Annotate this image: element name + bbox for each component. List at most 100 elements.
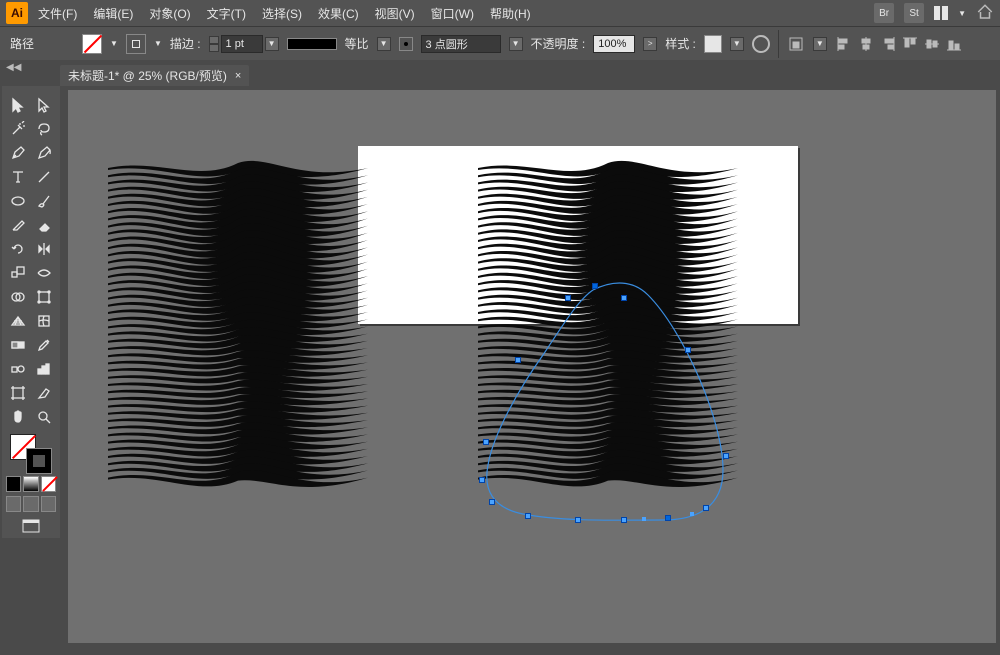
recolor-artwork-icon[interactable] [752,35,770,53]
direct-selection-tool[interactable] [32,94,56,116]
anchor-point[interactable] [685,347,691,353]
anchor-point[interactable] [621,517,627,523]
stroke-weight-dropdown-icon[interactable]: ▼ [265,37,279,51]
arrange-dropdown-icon[interactable]: ▼ [958,9,966,18]
fill-swatch[interactable] [82,34,102,54]
stroke-dropdown-icon[interactable]: ▼ [154,39,162,48]
stroke-weight-input[interactable] [221,35,263,53]
graphic-style-dropdown-icon[interactable]: ▼ [730,37,744,51]
curvature-tool[interactable] [32,142,56,164]
handle-point[interactable] [642,517,646,521]
shape-builder-tool[interactable] [6,286,30,308]
fill-dropdown-icon[interactable]: ▼ [110,39,118,48]
graphic-style-swatch[interactable] [704,35,722,53]
anchor-point[interactable] [723,453,729,459]
anchor-point[interactable] [479,477,485,483]
artboard-tool[interactable] [6,382,30,404]
handle-point[interactable] [690,512,694,516]
reflect-tool[interactable] [32,238,56,260]
menu-window[interactable]: 窗口(W) [425,5,480,22]
align-to-button[interactable] [787,35,805,53]
magic-wand-tool[interactable] [6,118,30,140]
draw-normal[interactable] [6,496,21,512]
anchor-point[interactable] [592,283,598,289]
bridge-button[interactable]: Br [874,3,894,23]
close-tab-button[interactable]: × [235,70,241,82]
slice-tool[interactable] [32,382,56,404]
align-top-button[interactable] [901,35,919,53]
menu-effect[interactable]: 效果(C) [312,5,365,22]
stock-button[interactable]: St [904,3,924,23]
stroke-swatch[interactable] [126,34,146,54]
width-tool[interactable] [32,262,56,284]
menu-object[interactable]: 对象(O) [143,5,196,22]
menu-edit[interactable]: 编辑(E) [87,5,139,22]
draw-mode-row [6,494,56,512]
align-vcenter-button[interactable] [923,35,941,53]
anchor-point[interactable] [575,517,581,523]
search-icon[interactable] [976,3,994,24]
eraser-tool[interactable] [32,214,56,236]
align-right-button[interactable] [879,35,897,53]
pencil-tool[interactable] [6,214,30,236]
draw-behind[interactable] [23,496,38,512]
anchor-point[interactable] [665,515,671,521]
ellipse-tool[interactable] [6,190,30,212]
anchor-point[interactable] [483,439,489,445]
menu-view[interactable]: 视图(V) [369,5,421,22]
selection-tool[interactable] [6,94,30,116]
opacity-dropdown-icon[interactable]: > [643,37,657,51]
brush-definition-preview[interactable] [399,37,413,51]
eyedropper-tool[interactable] [32,334,56,356]
selected-path[interactable] [463,270,783,570]
align-bottom-button[interactable] [945,35,963,53]
perspective-grid-tool[interactable] [6,310,30,332]
document-tab[interactable]: 未标题-1* @ 25% (RGB/预览) × [60,65,249,86]
anchor-point[interactable] [565,295,571,301]
paintbrush-tool[interactable] [32,190,56,212]
stroke-weight-down[interactable] [209,44,219,52]
proportional-dropdown-icon[interactable]: ▼ [377,37,391,51]
menu-type[interactable]: 文字(T) [201,5,252,22]
scale-tool[interactable] [6,262,30,284]
canvas[interactable] [68,90,996,643]
color-mode-solid[interactable] [6,476,21,492]
mesh-tool[interactable] [32,310,56,332]
color-mode-gradient[interactable] [23,476,38,492]
blend-tool[interactable] [6,358,30,380]
rotate-tool[interactable] [6,238,30,260]
gradient-tool[interactable] [6,334,30,356]
anchor-point[interactable] [703,505,709,511]
anchor-point[interactable] [525,513,531,519]
stroke-weight-stepper[interactable]: ▼ [209,35,279,53]
align-hcenter-button[interactable] [857,35,875,53]
hand-tool[interactable] [6,406,30,428]
brush-definition-input[interactable] [421,35,501,53]
brush-definition-dropdown-icon[interactable]: ▼ [509,37,523,51]
color-mode-none[interactable] [41,476,56,492]
stroke-weight-up[interactable] [209,36,219,44]
fill-stroke-indicator[interactable] [6,430,56,474]
column-graph-tool[interactable] [32,358,56,380]
screen-mode-button[interactable] [6,514,56,534]
align-to-dropdown-icon[interactable]: ▼ [813,37,827,51]
menu-select[interactable]: 选择(S) [256,5,308,22]
stroke-indicator[interactable] [26,448,52,474]
align-left-button[interactable] [835,35,853,53]
anchor-point[interactable] [515,357,521,363]
free-transform-tool[interactable] [32,286,56,308]
menu-file[interactable]: 文件(F) [32,5,83,22]
anchor-point[interactable] [489,499,495,505]
type-tool[interactable] [6,166,30,188]
zoom-tool[interactable] [32,406,56,428]
draw-inside[interactable] [41,496,56,512]
anchor-point[interactable] [621,295,627,301]
arrange-documents-button[interactable] [934,6,948,20]
variable-width-profile[interactable] [287,38,337,50]
lasso-tool[interactable] [32,118,56,140]
panel-collapse-icon[interactable]: ◀◀ [6,62,21,73]
opacity-input[interactable] [593,35,635,53]
menu-help[interactable]: 帮助(H) [484,5,537,22]
line-segment-tool[interactable] [32,166,56,188]
pen-tool[interactable] [6,142,30,164]
